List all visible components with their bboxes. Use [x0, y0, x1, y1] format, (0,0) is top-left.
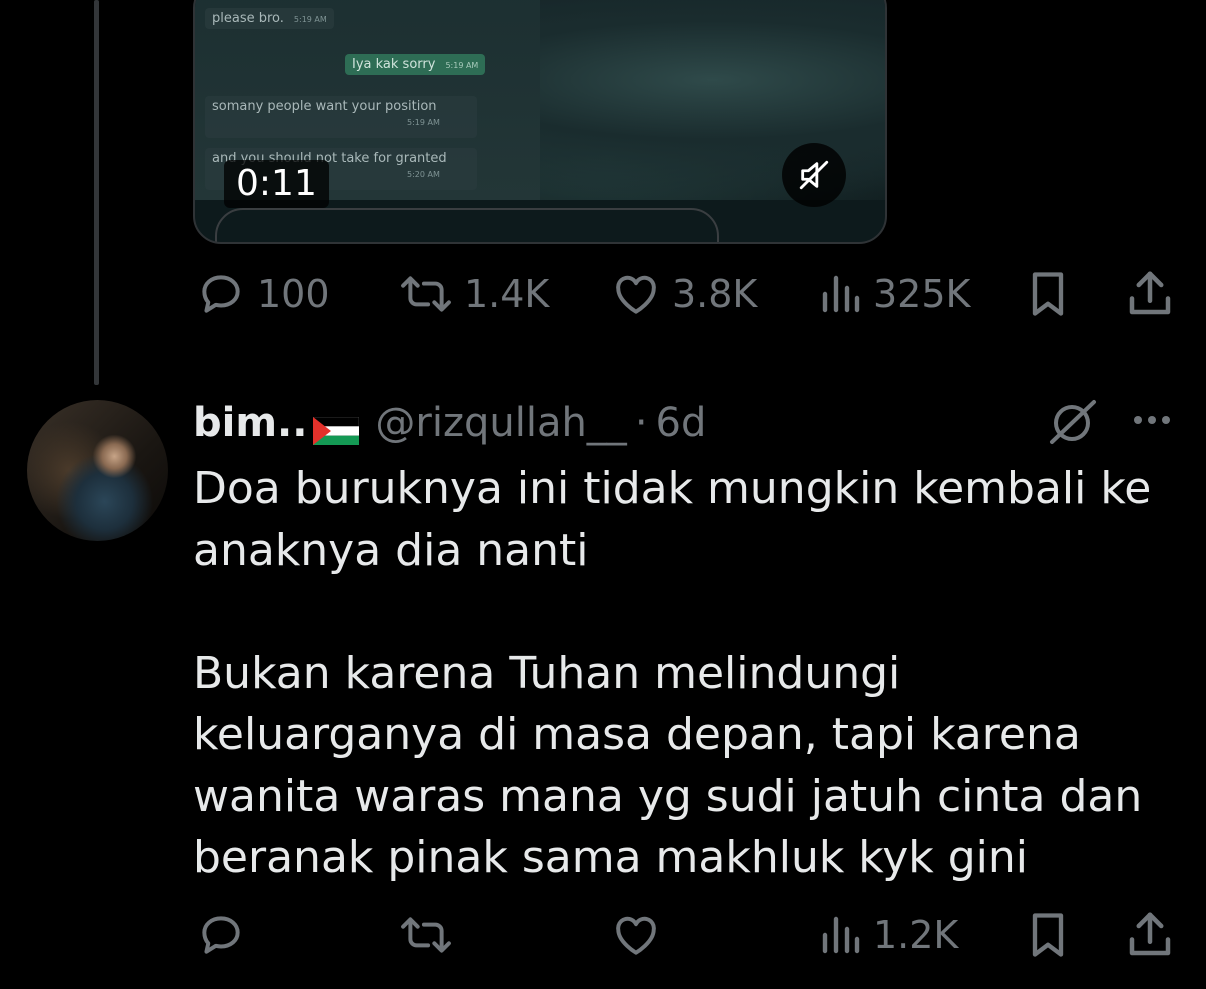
- repost-button[interactable]: 1.4K: [396, 266, 549, 322]
- thread-connector-line: [94, 0, 99, 385]
- reply-button[interactable]: [193, 907, 257, 963]
- palestine-flag-icon: [313, 409, 360, 445]
- mute-button[interactable]: [782, 143, 846, 207]
- video-player[interactable]: please bro. 5:19 AM Iya kak sorry 5:19 AM …: [193, 0, 887, 244]
- chat-bubble-text: please bro.: [212, 11, 284, 26]
- bookmark-icon: [1032, 913, 1064, 957]
- reply-action-bar: 1.2K: [193, 907, 1183, 963]
- chat-bubble: somany people want your position 5:19 AM: [205, 96, 477, 138]
- repost-button[interactable]: [396, 907, 464, 963]
- chat-bubble-time: 5:19 AM: [445, 61, 479, 70]
- bookmark-button[interactable]: [1022, 907, 1074, 963]
- chat-bubble-time: 5:19 AM: [407, 118, 440, 127]
- bookmark-button[interactable]: [1022, 266, 1074, 322]
- chat-bubble-time: 5:20 AM: [407, 170, 440, 179]
- like-button[interactable]: 3.8K: [608, 266, 757, 322]
- bookmark-icon: [1032, 272, 1064, 316]
- views-chart-icon: [822, 916, 860, 954]
- avatar[interactable]: [27, 400, 168, 541]
- post-age[interactable]: 6d: [656, 400, 707, 446]
- repost-icon: [401, 276, 451, 312]
- views-button[interactable]: 1.2K: [817, 907, 958, 963]
- timeline: please bro. 5:19 AM Iya kak sorry 5:19 AM …: [0, 0, 1206, 989]
- grok-icon[interactable]: [1046, 396, 1100, 446]
- like-count: 3.8K: [672, 272, 758, 316]
- reply-count: 100: [257, 272, 330, 316]
- reply-icon: [202, 275, 240, 313]
- share-icon: [1129, 271, 1171, 315]
- reply-button[interactable]: 100: [193, 266, 330, 322]
- share-icon: [1129, 912, 1171, 956]
- like-button[interactable]: [608, 907, 672, 963]
- chat-bubble-text: Iya kak sorry: [352, 57, 436, 72]
- chat-bubble-time: 5:19 AM: [293, 15, 327, 24]
- heart-icon: [616, 275, 656, 314]
- reply-icon: [202, 916, 240, 954]
- video-duration-badge: 0:11: [224, 160, 329, 208]
- user-handle[interactable]: @rizqullah__: [375, 400, 626, 446]
- share-button[interactable]: [1123, 907, 1177, 963]
- reply-text: Doa buruknya ini tidak mungkin kembali k…: [193, 463, 1152, 883]
- chat-bubble: please bro. 5:19 AM: [205, 8, 334, 29]
- reply-header: bim.. @rizqullah__ · 6d: [193, 398, 706, 448]
- chat-bubble-text: somany people want your position: [212, 99, 437, 114]
- separator-dot: ·: [634, 400, 648, 446]
- views-count: 1.2K: [873, 913, 959, 957]
- post-action-bar: 100 1.4K 3.8K 325K: [193, 266, 1183, 322]
- views-count: 325K: [873, 272, 971, 316]
- chat-bubble: Iya kak sorry 5:19 AM: [345, 54, 486, 75]
- share-button[interactable]: [1123, 266, 1177, 322]
- heart-icon: [616, 916, 656, 955]
- speaker-muted-icon: [799, 160, 829, 190]
- video-overlay-shape: [215, 208, 719, 242]
- views-button[interactable]: 325K: [817, 266, 970, 322]
- repost-icon: [401, 917, 451, 953]
- more-options-icon[interactable]: [1128, 402, 1176, 438]
- views-chart-icon: [822, 275, 860, 313]
- repost-count: 1.4K: [464, 272, 550, 316]
- display-name[interactable]: bim..: [193, 400, 307, 446]
